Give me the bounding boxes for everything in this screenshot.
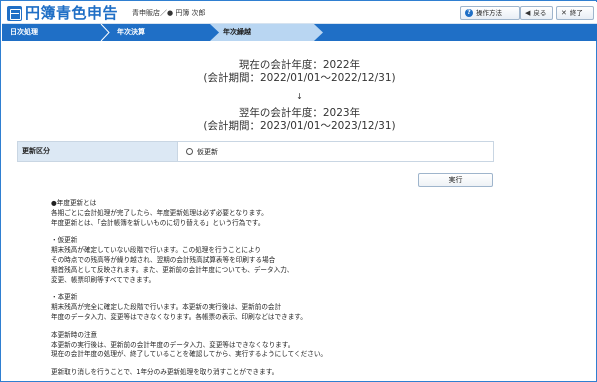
app-logo: 円簿青色申告 bbox=[7, 5, 118, 21]
desc-line: 期末残高が完全に確定した段階で行います。本更新の実行後は、更新前の会計 bbox=[51, 303, 282, 312]
provisional-update-label: 仮更新 bbox=[197, 147, 218, 156]
desc-line: 年度更新とは、「会計帳簿を新しいものに切り替える」という行為です。 bbox=[51, 218, 265, 227]
help-button-label: 操作方法 bbox=[476, 9, 502, 17]
desc-line: 期首残高として反映されます。また、更新前の会計年度についても、データ入力、 bbox=[51, 265, 294, 274]
current-fiscal-year: 現在の会計年度：2022年 bbox=[238, 59, 361, 71]
desc-line: 本更新の実行後は、更新前の会計年度のデータ入力、変更等はできなくなります。 bbox=[51, 340, 295, 349]
step-navigation: 日次処理 年次決算 年次繰越 bbox=[2, 24, 597, 41]
close-button[interactable]: ✕ 終了 bbox=[556, 6, 594, 20]
desc-line: 変更、帳票印刷等すべてできます。 bbox=[51, 275, 156, 284]
update-type-row: 更新区分 仮更新 bbox=[17, 141, 494, 162]
update-description: ●年度更新とは 各期ごとに会計処理が完了したら、年度更新処理は必ず必要となります… bbox=[51, 199, 551, 378]
provisional-update-option[interactable]: 仮更新 bbox=[186, 142, 218, 161]
help-button[interactable]: ? 操作方法 bbox=[460, 6, 520, 20]
arrow-down-icon: ↓ bbox=[296, 92, 303, 101]
close-button-label: 終了 bbox=[569, 9, 583, 17]
desc-line: ●年度更新とは bbox=[51, 199, 97, 207]
logo-text: 円簿青色申告 bbox=[25, 4, 119, 22]
back-button[interactable]: ◀ 戻る bbox=[520, 6, 553, 20]
ledger-logo-icon bbox=[7, 5, 22, 21]
desc-line: ・仮更新 bbox=[51, 236, 78, 245]
question-icon: ? bbox=[465, 9, 473, 17]
desc-line: 年度のデータ入力、変更等はできなくなります。各帳票の表示、印刷などはできます。 bbox=[51, 312, 307, 321]
step-separator-icon bbox=[100, 24, 110, 41]
app-window: 円簿青色申告 青申販店／● 円簿 次郎 ? 操作方法 ◀ 戻る ✕ 終了 日次処… bbox=[0, 0, 597, 382]
back-arrow-icon: ◀ bbox=[525, 9, 531, 17]
desc-line: 各期ごとに会計処理が完了したら、年度更新処理は必ず必要となります。 bbox=[51, 208, 268, 217]
step-annual-closing[interactable]: 年次決算 bbox=[117, 24, 145, 41]
desc-line: 期末残高が確定していない段階で行います。この処理を行うことにより bbox=[51, 246, 262, 255]
main-content: 現在の会計年度：2022年 (会計期間：2022/01/01～2022/12/3… bbox=[7, 45, 592, 379]
desc-line: 現在の会計年度の処理が、終了していることを確認してから、実行するようにしてくださ… bbox=[51, 350, 328, 359]
company-user-info: 青申販店／● 円簿 次郎 bbox=[132, 9, 206, 17]
radio-button[interactable] bbox=[186, 148, 193, 155]
app-header: 円簿青色申告 青申販店／● 円簿 次郎 ? 操作方法 ◀ 戻る ✕ 終了 bbox=[2, 2, 597, 24]
desc-line: 更新取り消しを行うことで、1年分のみ更新処理を取り消すことができます。 bbox=[51, 368, 279, 377]
current-fiscal-period: (会計期間：2022/01/01～2022/12/31) bbox=[203, 72, 396, 84]
step-daily-processing[interactable]: 日次処理 bbox=[10, 24, 38, 41]
execute-button[interactable]: 実行 bbox=[418, 173, 493, 187]
close-icon: ✕ bbox=[561, 9, 567, 17]
step-annual-carryover[interactable]: 年次繰越 bbox=[223, 24, 251, 41]
desc-line: ・本更新 bbox=[51, 293, 78, 302]
next-fiscal-period: (会計期間：2023/01/01～2023/12/31) bbox=[203, 120, 396, 132]
next-fiscal-year: 翌年の会計年度：2023年 bbox=[238, 107, 361, 119]
desc-line: 本更新時の注意 bbox=[51, 330, 98, 339]
update-type-label: 更新区分 bbox=[18, 142, 178, 161]
back-button-label: 戻る bbox=[533, 9, 547, 17]
desc-line: その時点での残高等が繰り越され、翌期の会計残高試算表等を印刷する場合 bbox=[51, 255, 276, 264]
